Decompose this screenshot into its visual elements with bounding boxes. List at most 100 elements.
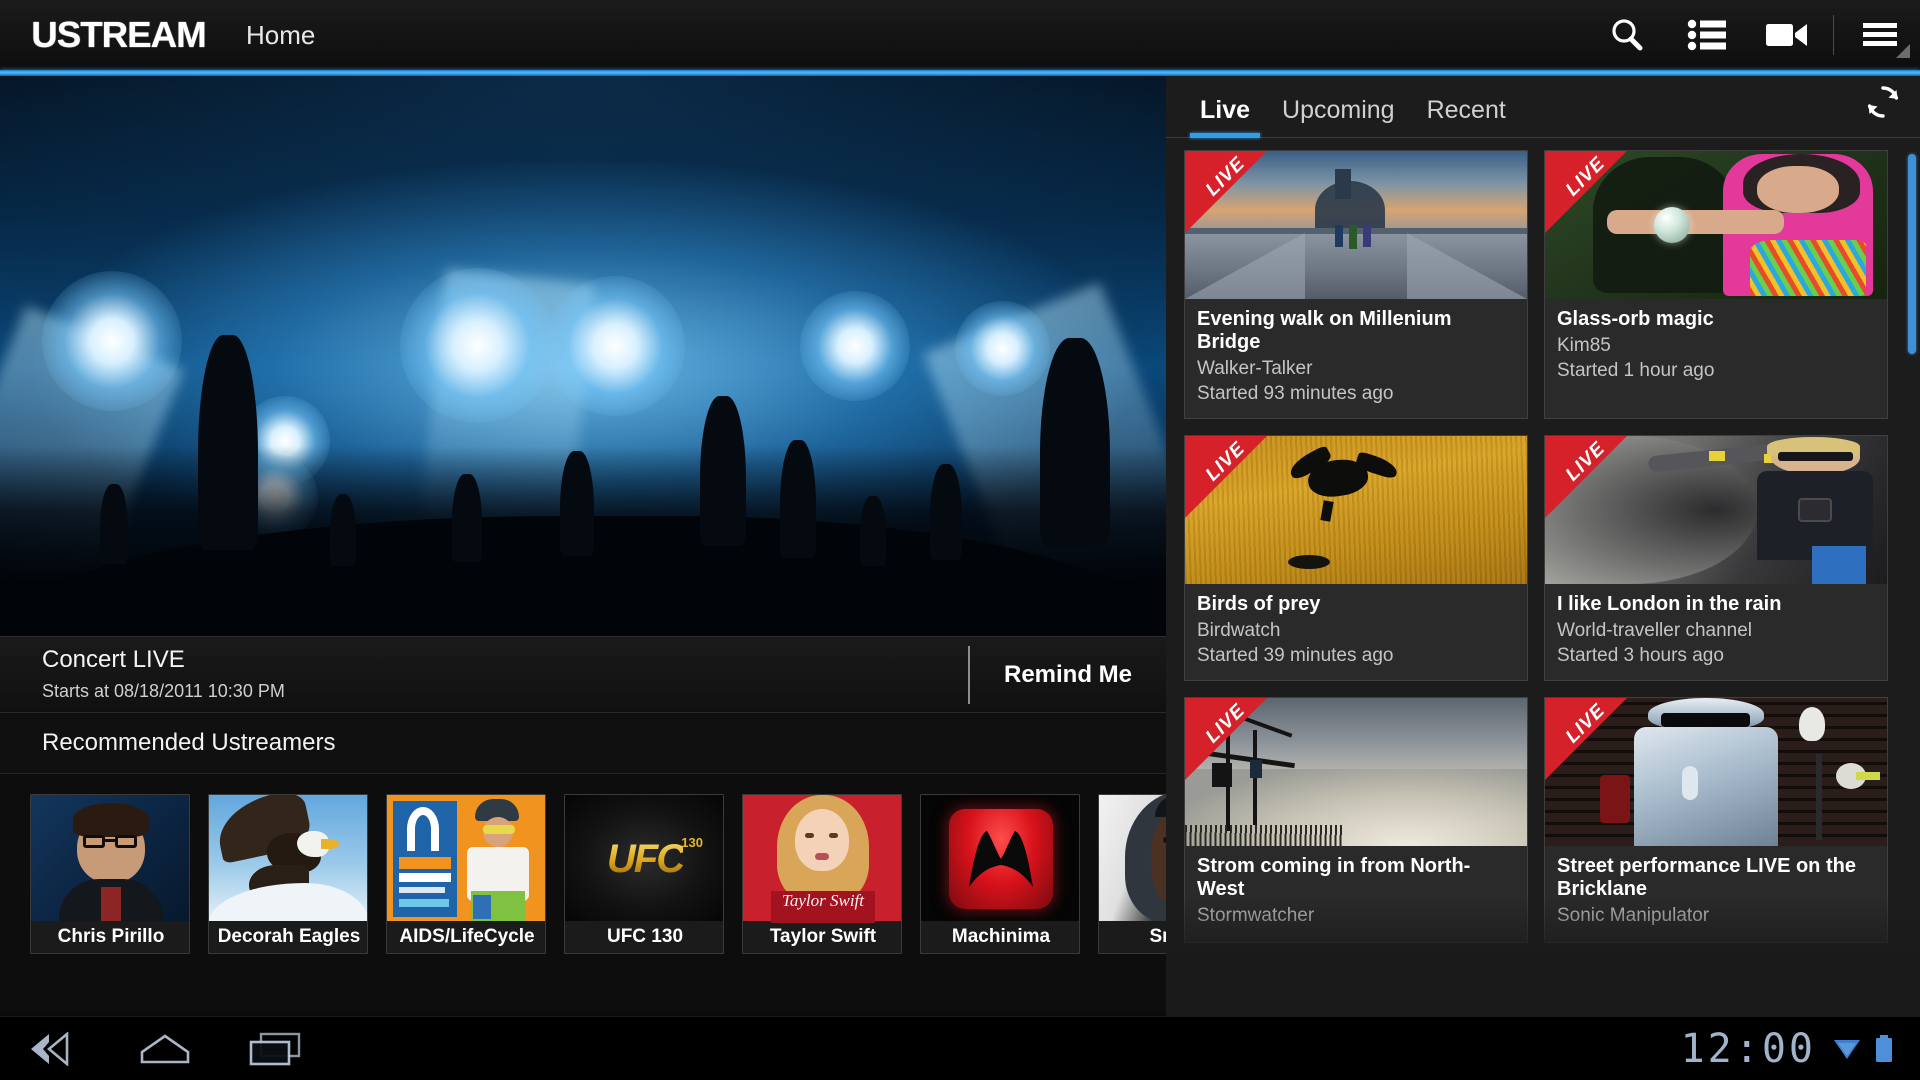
stream-title: Street performance LIVE on the Bricklane [1557,855,1875,901]
overflow-menu-button[interactable] [1840,0,1920,70]
stream-thumbnail: LIVE [1185,436,1527,584]
recommended-heading: Recommended Ustreamers [42,729,335,757]
stream-time: Started 1 hour ago [1557,360,1875,383]
list-icon [1687,18,1727,52]
home-icon [137,1032,193,1066]
stream-thumbnail: LIVE [1545,436,1887,584]
recommended-item-label: Decorah Eagles [209,921,368,953]
featured-text-block: Concert LIVE Starts at 08/18/2011 10:30 … [42,647,285,701]
browse-list-button[interactable] [1667,0,1747,70]
recommended-thumbnail [31,795,190,923]
streams-panel: Live Upcoming Recent [1166,76,1920,1016]
recommended-item-ufc-130[interactable]: UFC 130 UFC 130 [564,794,724,954]
nav-home-button[interactable] [110,1017,220,1080]
recommended-item-label: Taylor Swift [743,921,902,953]
search-button[interactable] [1587,0,1667,70]
live-streams-grid: LIVE Evening walk on Millenium Bridge Wa… [1166,138,1920,1016]
hero-image [0,76,1166,636]
header-divider [1833,15,1834,55]
stream-title: Birds of prey [1197,593,1515,616]
streams-scrollbar[interactable] [1908,154,1916,354]
stream-title: I like London in the rain [1557,593,1875,616]
stream-title: Strom coming in from North-West [1197,855,1515,901]
video-camera-icon [1765,20,1809,50]
stream-user: Birdwatch [1197,620,1515,643]
tab-live[interactable]: Live [1184,98,1266,137]
tab-recent[interactable]: Recent [1411,98,1522,137]
stream-user: Walker-Talker [1197,358,1515,381]
stream-user: World-traveller channel [1557,620,1875,643]
live-badge-label: LIVE [1546,698,1627,764]
stream-card-body: Strom coming in from North-West Stormwat… [1185,846,1527,942]
stream-thumbnail: LIVE [1545,151,1887,299]
menu-caret-icon [1896,44,1910,58]
stream-card[interactable]: LIVE Strom coming in from North-West Sto… [1184,697,1528,943]
recommended-item-label: AIDS/LifeCycle [387,921,546,953]
refresh-icon [1864,83,1902,121]
ustream-logo[interactable]: USTREAM [31,14,205,56]
stream-card-body: Glass-orb magic Kim85 Started 1 hour ago [1545,299,1887,395]
recommended-item-label: Chris Pirillo [31,921,190,953]
recommended-item-label: Snoop [1099,921,1166,953]
stream-time: Started 39 minutes ago [1197,645,1515,668]
recommended-item-machinima[interactable]: Machinima [920,794,1080,954]
featured-hero[interactable] [0,76,1166,636]
stream-card[interactable]: LIVE Birds of prey Birdwatch Started 39 … [1184,435,1528,681]
system-clock: 12:00 [1681,1026,1816,1072]
stream-card[interactable]: LIVE Glass-orb magic Kim85 Started 1 hou… [1544,150,1888,419]
search-icon [1608,16,1646,54]
stream-user: Sonic Manipulator [1557,905,1875,928]
home-title: Home [246,20,315,51]
stream-card[interactable]: LIVE Evening walk on Millenium Bridge Wa… [1184,150,1528,419]
stream-user: Stormwatcher [1197,905,1515,928]
tab-upcoming[interactable]: Upcoming [1266,98,1411,137]
nav-back-button[interactable] [0,1017,110,1080]
recommended-thumbnail: UFC 130 [565,795,724,923]
recommended-thumbnail [921,795,1080,923]
live-badge-label: LIVE [1186,151,1267,217]
machinima-logo-icon [965,827,1037,891]
back-icon [27,1032,83,1066]
stream-thumbnail: LIVE [1185,151,1527,299]
stream-user: Kim85 [1557,335,1875,358]
recommended-thumbnail [209,795,368,923]
recommended-thumbnail: Taylor Swift [743,795,902,923]
recommended-item-aids-lifecycle[interactable]: AIDS/LifeCycle [386,794,546,954]
menu-icon [1861,20,1899,50]
recommended-item-taylor-swift[interactable]: Taylor Swift Taylor Swift [742,794,902,954]
stream-thumbnail: LIVE [1185,698,1527,846]
featured-title: Concert LIVE [42,647,285,673]
stream-title: Glass-orb magic [1557,308,1875,331]
stream-card[interactable]: LIVE I like London in the rain World-tra… [1544,435,1888,681]
wifi-icon[interactable] [1832,1036,1862,1062]
system-status-icons [1832,1034,1894,1064]
recommended-item-decorah-eagles[interactable]: Decorah Eagles [208,794,368,954]
recommended-item-snoop[interactable]: Snoop [1098,794,1166,954]
header-actions [1587,0,1920,70]
recommended-item-label: UFC 130 [565,921,724,953]
stream-thumbnail: LIVE [1545,698,1887,846]
stream-card-body: Street performance LIVE on the Bricklane… [1545,846,1887,942]
recommended-ustreamers-list[interactable]: Chris Pirillo Decorah Eagles [0,774,1166,1014]
ustream-app-window: USTREAM Home [0,0,1920,1080]
broadcast-button[interactable] [1747,0,1827,70]
recommended-item-chris-pirillo[interactable]: Chris Pirillo [30,794,190,954]
stream-time: Started 93 minutes ago [1197,383,1515,406]
recommended-thumbnail [1099,795,1166,923]
stream-card-body: Evening walk on Millenium Bridge Walker-… [1185,299,1527,418]
remind-me-button[interactable]: Remind Me [970,637,1166,713]
battery-icon[interactable] [1874,1034,1894,1064]
app-header: USTREAM Home [0,0,1920,70]
recommended-item-label: Machinima [921,921,1080,953]
refresh-button[interactable] [1846,76,1920,137]
stream-card-body: I like London in the rain World-travelle… [1545,584,1887,680]
nav-recent-apps-button[interactable] [220,1017,330,1080]
live-badge: LIVE [1185,151,1268,234]
stream-title: Evening walk on Millenium Bridge [1197,308,1515,354]
featured-info-bar: Concert LIVE Starts at 08/18/2011 10:30 … [0,636,1166,712]
stream-time: Started 3 hours ago [1557,645,1875,668]
live-badge: LIVE [1545,698,1628,781]
recommended-thumbnail [387,795,546,923]
featured-panel: Concert LIVE Starts at 08/18/2011 10:30 … [0,76,1166,1016]
stream-card[interactable]: LIVE Street performance LIVE on the Bric… [1544,697,1888,943]
